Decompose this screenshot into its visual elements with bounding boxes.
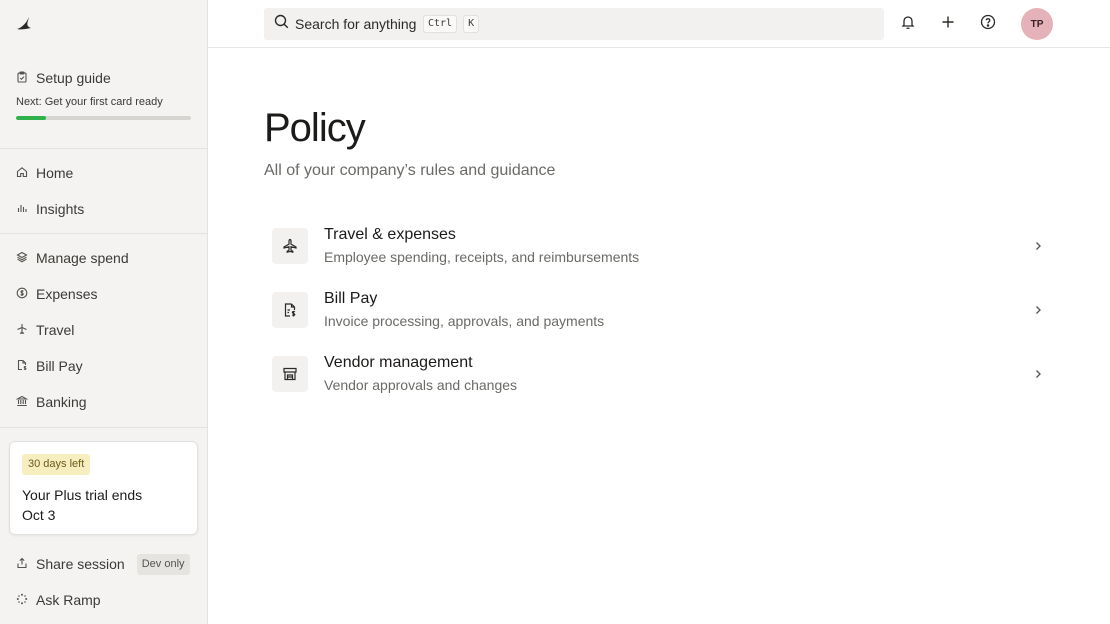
bank-icon	[15, 394, 29, 410]
trial-message-line: Your Plus trial ends	[22, 487, 143, 503]
policy-item-description: Invoice processing, approvals, and payme…	[324, 313, 605, 329]
ramp-logo-icon[interactable]	[15, 14, 33, 32]
dollar-circle-icon	[16, 286, 28, 302]
bill-icon	[16, 358, 28, 374]
policy-item-description: Vendor approvals and changes	[324, 377, 518, 393]
policy-item-description: Employee spending, receipts, and reimbur…	[324, 249, 640, 265]
setup-next-step: Next: Get your first card ready	[16, 96, 163, 108]
sidebar-item-label: Ask Ramp	[36, 592, 101, 608]
sidebar-item-manage-spend[interactable]: Manage spend	[16, 240, 196, 276]
trial-days-badge: 30 days left	[22, 454, 91, 475]
sidebar-item-bill-pay[interactable]: Bill Pay	[16, 348, 196, 384]
sidebar-item-insights[interactable]: Insights	[16, 191, 196, 227]
bill-icon	[272, 292, 308, 328]
bar-chart-icon	[16, 201, 28, 217]
nav-bottom: Share session Dev only Ask Ramp	[16, 546, 196, 618]
share-icon	[16, 556, 28, 572]
policy-item-travel-expenses[interactable]: Travel & expenses Employee spending, rec…	[264, 214, 1054, 278]
policy-item-title: Travel & expenses	[324, 226, 456, 243]
sidebar-item-label: Insights	[36, 201, 85, 217]
help-button[interactable]	[976, 12, 1000, 36]
sidebar: Setup guide Next: Get your first card re…	[0, 0, 208, 624]
clipboard-icon	[16, 70, 28, 86]
home-icon	[16, 165, 28, 181]
top-bar: Ctrl K TP	[208, 0, 1110, 48]
search-input[interactable]	[295, 16, 417, 32]
policy-item-bill-pay[interactable]: Bill Pay Invoice processing, approvals, …	[264, 278, 1054, 342]
plane-icon	[272, 228, 308, 264]
setup-guide[interactable]: Setup guide Next: Get your first card re…	[16, 68, 192, 120]
storefront-icon	[272, 356, 308, 392]
sidebar-item-banking[interactable]: Banking	[15, 384, 196, 420]
sidebar-item-travel[interactable]: Travel	[16, 312, 196, 348]
sidebar-item-ask-ramp[interactable]: Ask Ramp	[16, 582, 196, 618]
sidebar-item-label: Travel	[36, 322, 75, 338]
policy-item-title: Bill Pay	[324, 290, 378, 307]
sparkle-icon	[16, 592, 28, 608]
plus-icon	[940, 14, 956, 35]
create-new-button[interactable]	[936, 12, 960, 36]
sidebar-item-label: Manage spend	[36, 250, 129, 266]
setup-guide-title-row[interactable]: Setup guide	[16, 68, 192, 88]
help-circle-icon	[980, 14, 996, 35]
nav-primary: Home Insights	[16, 155, 196, 227]
notifications-button[interactable]	[896, 12, 920, 36]
chevron-right-icon	[1030, 366, 1046, 382]
setup-progress-fill	[16, 116, 46, 120]
trial-end-date: Oct 3	[22, 507, 56, 523]
policy-list: Travel & expenses Employee spending, rec…	[264, 214, 1054, 406]
policy-item-vendor-management[interactable]: Vendor management Vendor approvals and c…	[264, 342, 1054, 406]
sidebar-item-expenses[interactable]: Expenses	[16, 276, 196, 312]
sidebar-item-label: Share session	[36, 556, 125, 572]
sidebar-item-share-session[interactable]: Share session Dev only	[16, 546, 196, 582]
search-bar[interactable]: Ctrl K	[264, 8, 884, 40]
sidebar-divider	[0, 148, 208, 149]
shortcut-key-ctrl: Ctrl	[423, 15, 458, 33]
chevron-right-icon	[1030, 238, 1046, 254]
user-avatar[interactable]: TP	[1021, 8, 1053, 40]
dev-only-badge: Dev only	[136, 553, 190, 575]
sidebar-item-label: Expenses	[36, 286, 98, 302]
trial-message: Your Plus trial ends Oct 3	[22, 485, 182, 525]
page-subtitle: All of your company’s rules and guidance	[264, 162, 556, 179]
shortcut-key-k: K	[463, 15, 480, 33]
policy-item-title: Vendor management	[324, 354, 473, 371]
plane-icon	[16, 322, 28, 338]
setup-progress-bar	[16, 116, 191, 120]
chevron-right-icon	[1030, 302, 1046, 318]
sidebar-item-home[interactable]: Home	[16, 155, 196, 191]
trial-card[interactable]: 30 days left Your Plus trial ends Oct 3	[9, 441, 198, 535]
layers-icon	[16, 250, 28, 266]
sidebar-item-label: Banking	[36, 394, 87, 410]
nav-spend: Manage spend Expenses Travel Bill Pay Ba…	[15, 240, 196, 420]
sidebar-divider	[0, 233, 208, 234]
sidebar-item-label: Bill Pay	[36, 358, 83, 374]
sidebar-divider	[0, 427, 208, 428]
bell-icon	[900, 14, 916, 35]
page-title: Policy	[264, 106, 366, 150]
sidebar-item-label: Home	[36, 165, 74, 181]
setup-guide-label: Setup guide	[36, 70, 111, 86]
search-icon	[274, 14, 289, 34]
